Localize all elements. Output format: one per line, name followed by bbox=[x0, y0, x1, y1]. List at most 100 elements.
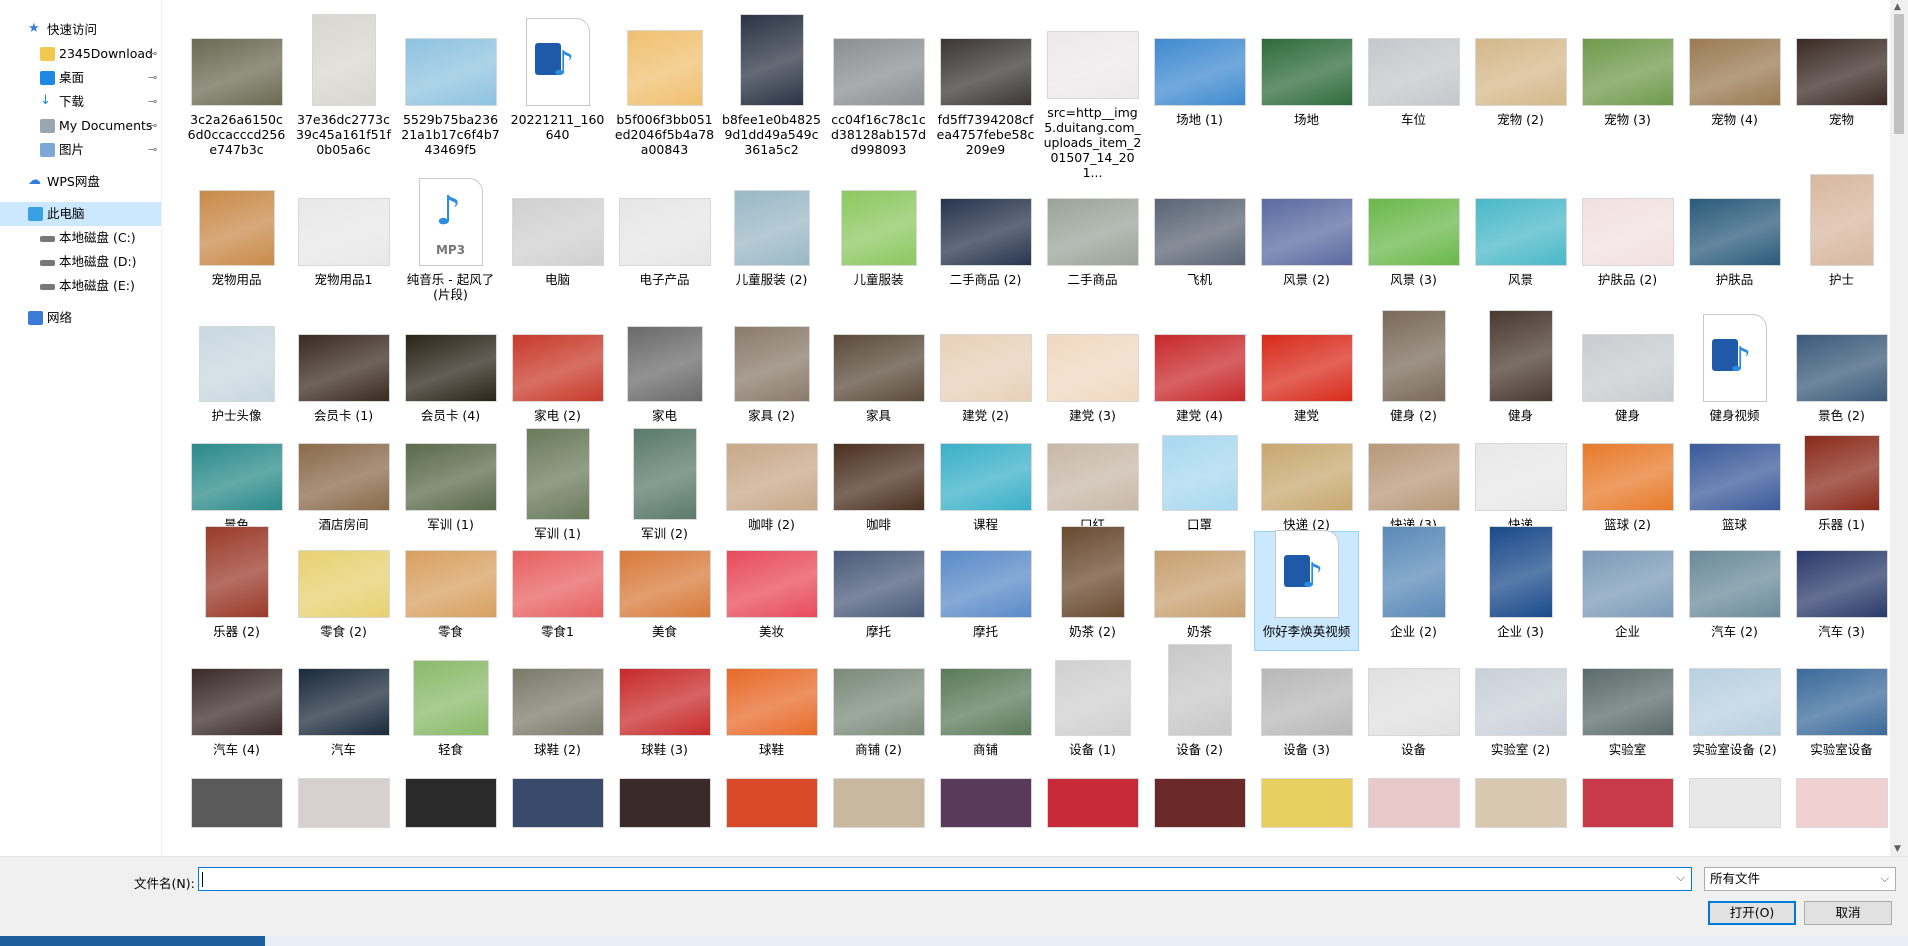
file-item[interactable]: src=http__img5.duitang.com_uploads_item_… bbox=[1041, 10, 1144, 180]
file-item[interactable]: 设备 (1) bbox=[1041, 650, 1144, 768]
file-item[interactable]: 球鞋 bbox=[720, 650, 823, 768]
file-item[interactable]: 健身 bbox=[1469, 310, 1572, 434]
file-item[interactable]: 设备 bbox=[1362, 650, 1465, 768]
file-item[interactable]: 场地 (1) bbox=[1148, 10, 1251, 180]
file-item[interactable]: 建党 (3) bbox=[1041, 316, 1144, 434]
file-item[interactable]: 宠物用品1 bbox=[292, 180, 395, 316]
file-item[interactable]: 课程 bbox=[934, 434, 1037, 532]
file-item[interactable]: 风景 (3) bbox=[1362, 180, 1465, 316]
cancel-button[interactable]: 取消 bbox=[1804, 901, 1892, 925]
sidebar-item[interactable]: My Documents ⊸ bbox=[0, 114, 161, 138]
file-item[interactable]: 咖啡 (2) bbox=[720, 434, 823, 532]
file-item[interactable]: 儿童服装 bbox=[827, 180, 930, 316]
file-item[interactable]: 会员卡 (1) bbox=[292, 316, 395, 434]
file-item[interactable]: 37e36dc2773c39c45a161f51f0b05a6c bbox=[292, 10, 395, 180]
file-item[interactable]: 宠物 bbox=[1790, 10, 1889, 180]
chevron-down-icon[interactable]: ⌵ bbox=[1677, 871, 1685, 885]
file-item[interactable]: 口红 bbox=[1041, 434, 1144, 532]
file-item[interactable]: 酒店房间 bbox=[292, 434, 395, 532]
file-item[interactable]: 实验室设备 (2) bbox=[1683, 650, 1786, 768]
sidebar-item[interactable]: 2345Download ⊸ bbox=[0, 42, 161, 66]
file-item[interactable]: 家具 bbox=[827, 316, 930, 434]
file-item[interactable]: 宠物 (3) bbox=[1576, 10, 1679, 180]
scrollbar-thumb[interactable] bbox=[1894, 14, 1904, 134]
file-item[interactable]: 景色 (2) bbox=[1790, 316, 1889, 434]
file-item[interactable]: 景色 bbox=[185, 434, 288, 532]
file-item[interactable]: 快递 bbox=[1469, 434, 1572, 532]
file-item[interactable]: 护肤品 (2) bbox=[1576, 180, 1679, 316]
file-item[interactable]: 美妆 bbox=[720, 532, 823, 650]
file-item[interactable] bbox=[720, 768, 823, 828]
file-item[interactable]: 家电 (2) bbox=[506, 316, 609, 434]
file-item[interactable]: 会员卡 (4) bbox=[399, 316, 502, 434]
file-item[interactable]: 快递 (2) bbox=[1255, 434, 1358, 532]
sidebar-item[interactable]: ☁ WPS网盘 bbox=[0, 170, 161, 194]
file-item[interactable]: 建党 (2) bbox=[934, 316, 1037, 434]
file-item[interactable]: 宠物 (2) bbox=[1469, 10, 1572, 180]
file-item[interactable] bbox=[399, 768, 502, 828]
file-item[interactable]: 球鞋 (2) bbox=[506, 650, 609, 768]
file-item[interactable] bbox=[1362, 768, 1465, 828]
file-item[interactable]: 3c2a26a6150c6d0ccacccd256e747b3c bbox=[185, 10, 288, 180]
file-item[interactable]: 飞机 bbox=[1148, 180, 1251, 316]
file-item[interactable]: 摩托 bbox=[827, 532, 930, 650]
file-item[interactable]: cc04f16c78c1cd38128ab157dd998093 bbox=[827, 10, 930, 180]
file-item[interactable]: 摩托 bbox=[934, 532, 1037, 650]
file-item[interactable]: ♪ 20221211_160640 bbox=[506, 10, 609, 180]
filename-input[interactable]: ⌵ bbox=[198, 867, 1692, 891]
file-item[interactable] bbox=[1469, 768, 1572, 828]
file-item[interactable]: 建党 (4) bbox=[1148, 316, 1251, 434]
file-item[interactable]: 快递 (3) bbox=[1362, 434, 1465, 532]
file-item[interactable] bbox=[827, 768, 930, 828]
file-item[interactable]: 零食 (2) bbox=[292, 532, 395, 650]
file-item[interactable]: ♪ MP3 纯音乐 - 起风了(片段) bbox=[399, 178, 502, 316]
file-item[interactable]: 建党 bbox=[1255, 316, 1358, 434]
file-item[interactable]: 零食 bbox=[399, 532, 502, 650]
file-item[interactable]: 设备 (2) bbox=[1148, 644, 1251, 768]
file-item[interactable]: 家电 bbox=[613, 316, 716, 434]
sidebar-item[interactable]: 本地磁盘 (E:) bbox=[0, 274, 161, 298]
file-item[interactable]: 零食1 bbox=[506, 532, 609, 650]
file-item[interactable]: 球鞋 (3) bbox=[613, 650, 716, 768]
file-item[interactable]: b8fee1e0b48259d1dd49a549c361a5c2 bbox=[720, 10, 823, 180]
file-item[interactable]: 宠物用品 bbox=[185, 180, 288, 316]
sidebar-item[interactable]: 图片 ⊸ bbox=[0, 138, 161, 162]
file-item[interactable] bbox=[292, 768, 395, 828]
file-item[interactable]: 护肤品 bbox=[1683, 180, 1786, 316]
file-item[interactable] bbox=[613, 768, 716, 828]
file-item[interactable]: 车位 bbox=[1362, 10, 1465, 180]
file-item[interactable]: 轻食 bbox=[399, 650, 502, 768]
scroll-up-arrow-icon[interactable]: ▲ bbox=[1894, 2, 1901, 12]
file-item[interactable]: 设备 (3) bbox=[1255, 650, 1358, 768]
file-item[interactable]: 乐器 (2) bbox=[185, 526, 288, 650]
file-item[interactable]: 军训 (1) bbox=[506, 428, 609, 541]
file-item[interactable]: 5529b75ba23621a1b17c6f4b743469f5 bbox=[399, 10, 502, 180]
file-item[interactable]: 二手商品 (2) bbox=[934, 180, 1037, 316]
sidebar-item[interactable]: ↓ 下载 ⊸ bbox=[0, 90, 161, 114]
file-item[interactable]: 奶茶 (2) bbox=[1041, 526, 1144, 650]
file-item[interactable]: b5f006f3bb051ed2046f5b4a78a00843 bbox=[613, 10, 716, 180]
file-item[interactable]: ♪ 健身视频 bbox=[1683, 314, 1786, 434]
file-item[interactable]: 护士头像 bbox=[185, 316, 288, 434]
file-item[interactable]: 汽车 (4) bbox=[185, 650, 288, 768]
chevron-down-icon[interactable]: ⌵ bbox=[1881, 868, 1889, 890]
file-item[interactable]: fd5ff7394208cfea4757febe58c209e9 bbox=[934, 10, 1037, 180]
file-item[interactable]: 商铺 bbox=[934, 650, 1037, 768]
file-item[interactable]: 家具 (2) bbox=[720, 316, 823, 434]
file-item[interactable]: 企业 (3) bbox=[1469, 526, 1572, 650]
file-item[interactable] bbox=[1576, 768, 1679, 828]
file-item[interactable] bbox=[1790, 768, 1889, 828]
file-type-select[interactable]: 所有文件 ⌵ bbox=[1704, 867, 1896, 891]
file-item[interactable] bbox=[1255, 768, 1358, 828]
file-item[interactable]: 企业 bbox=[1576, 532, 1679, 650]
file-item[interactable]: 篮球 bbox=[1683, 434, 1786, 532]
file-item[interactable]: 篮球 (2) bbox=[1576, 434, 1679, 532]
file-item[interactable]: 商铺 (2) bbox=[827, 650, 930, 768]
file-item[interactable]: 二手商品 bbox=[1041, 180, 1144, 316]
sidebar-item[interactable]: ★ 快速访问 bbox=[0, 18, 161, 42]
file-item[interactable]: 儿童服装 (2) bbox=[720, 180, 823, 316]
sidebar-item[interactable]: 网络 bbox=[0, 306, 161, 330]
file-item[interactable]: 口罩 bbox=[1148, 434, 1251, 532]
file-item[interactable]: 实验室 bbox=[1576, 650, 1679, 768]
file-item[interactable]: 咖啡 bbox=[827, 434, 930, 532]
